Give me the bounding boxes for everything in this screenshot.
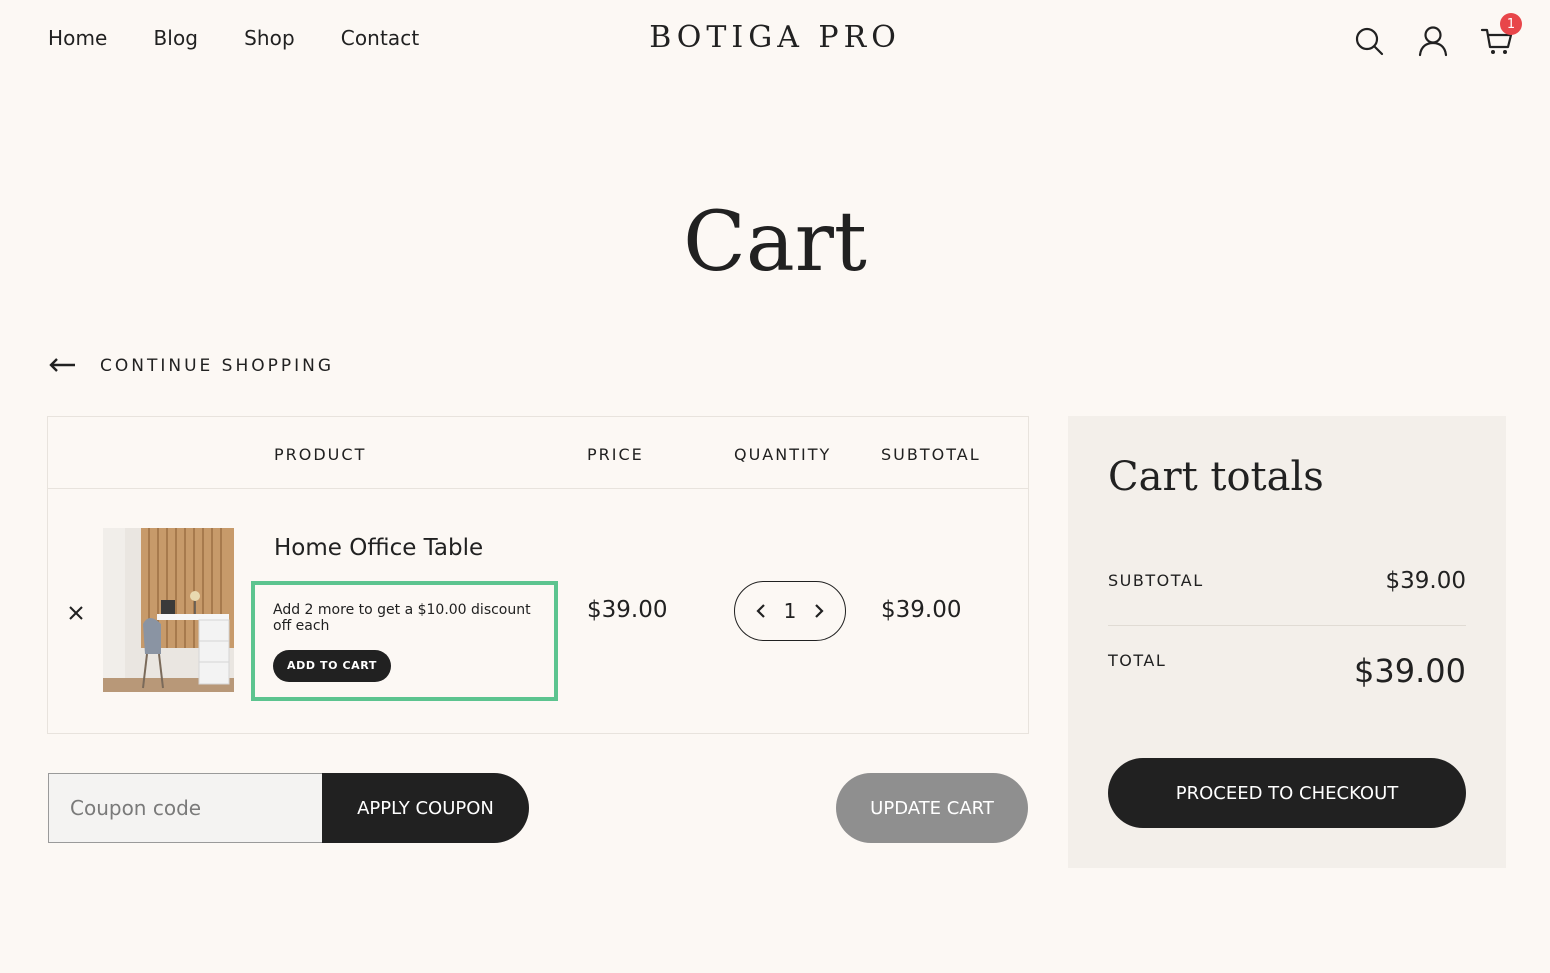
- subtotal-value: $39.00: [1385, 568, 1466, 594]
- cart-table: PRODUCT PRICE QUANTITY SUBTOTAL Home Off…: [47, 416, 1029, 734]
- site-logo[interactable]: BOTIGA PRO: [0, 20, 1550, 55]
- subtotal-row: SUBTOTAL $39.00: [1108, 566, 1466, 626]
- cart-totals-title: Cart totals: [1108, 454, 1324, 500]
- header-quantity: QUANTITY: [734, 445, 832, 464]
- page-title: Cart: [683, 195, 867, 290]
- total-row: TOTAL $39.00: [1108, 646, 1466, 706]
- coupon-code-input[interactable]: [48, 773, 324, 843]
- arrow-left-icon: [48, 357, 76, 376]
- search-icon[interactable]: [1352, 24, 1386, 58]
- promo-text: Add 2 more to get a $10.00 discount off …: [273, 602, 531, 634]
- continue-shopping-label: CONTINUE SHOPPING: [100, 356, 335, 376]
- product-name[interactable]: Home Office Table: [274, 535, 483, 561]
- discount-promo-box: Add 2 more to get a $10.00 discount off …: [251, 581, 558, 701]
- item-price: $39.00: [587, 597, 668, 623]
- chevron-right-icon[interactable]: [809, 599, 829, 623]
- subtotal-label: SUBTOTAL: [1108, 571, 1204, 590]
- cart-count-badge: 1: [1500, 13, 1522, 35]
- product-thumbnail[interactable]: [103, 528, 234, 692]
- table-header: PRODUCT PRICE QUANTITY SUBTOTAL: [48, 417, 1028, 489]
- total-value: $39.00: [1354, 652, 1466, 690]
- quantity-stepper: [734, 581, 846, 641]
- item-subtotal: $39.00: [881, 597, 962, 623]
- remove-item-icon[interactable]: [66, 602, 86, 627]
- header-icons: 1: [1352, 13, 1522, 58]
- apply-coupon-button[interactable]: APPLY COUPON: [322, 773, 529, 843]
- add-to-cart-button[interactable]: ADD TO CART: [273, 650, 391, 682]
- header-price: PRICE: [587, 445, 644, 464]
- continue-shopping-link[interactable]: CONTINUE SHOPPING: [48, 356, 334, 376]
- account-icon[interactable]: [1416, 24, 1450, 58]
- total-label: TOTAL: [1108, 651, 1167, 670]
- header-product: PRODUCT: [274, 445, 367, 464]
- cart-icon[interactable]: 1: [1480, 13, 1522, 58]
- cart-totals-panel: Cart totals SUBTOTAL $39.00 TOTAL $39.00…: [1068, 416, 1506, 868]
- quantity-input[interactable]: [776, 599, 804, 623]
- proceed-to-checkout-button[interactable]: PROCEED TO CHECKOUT: [1108, 758, 1466, 828]
- header-subtotal: SUBTOTAL: [881, 445, 981, 464]
- update-cart-button[interactable]: UPDATE CART: [836, 773, 1028, 843]
- chevron-left-icon[interactable]: [751, 599, 771, 623]
